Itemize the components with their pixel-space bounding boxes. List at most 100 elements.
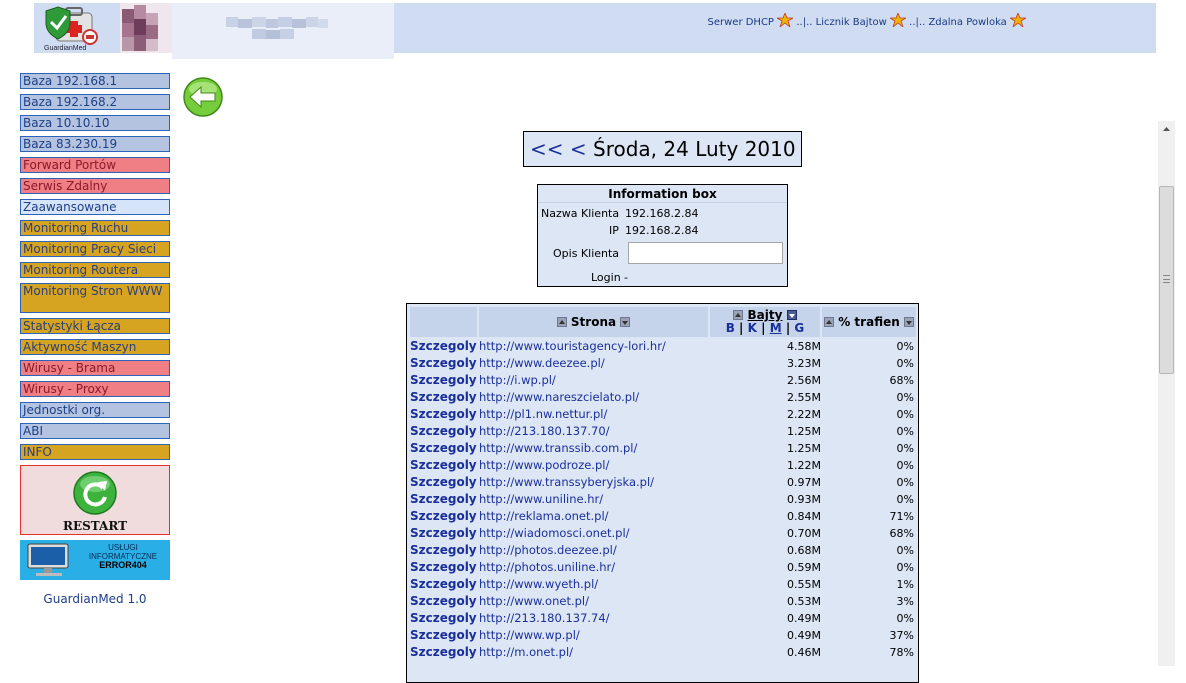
error404-banner[interactable]: USŁUGI INFORMATYCZNE ERROR404 [20, 540, 170, 580]
table-row: Szczegoly http://reklama.onet.pl/0.84M 71% [407, 508, 918, 525]
client-description-input[interactable] [628, 242, 783, 264]
site-url[interactable]: http://photos.deezee.pl/ [479, 542, 617, 559]
sort-desc-icon[interactable] [786, 310, 797, 320]
details-link[interactable]: Szczegoly [410, 406, 477, 423]
login-label: Login [591, 271, 621, 284]
scroll-up-arrow-icon[interactable] [1158, 121, 1175, 138]
remote-shell-link[interactable]: Zdalna Powloka [928, 17, 1006, 28]
unit-megabytes-link[interactable]: M [770, 321, 782, 335]
sidebar-item-monitoring-pracy-sieci[interactable]: Monitoring Pracy Sieci [20, 241, 170, 257]
logo-text: GuardianMed [44, 45, 87, 52]
sidebar-item-statystyki-łącza[interactable]: Statystyki Łącza [20, 318, 170, 334]
ip-value: 192.168.2.84 [625, 224, 699, 237]
sidebar-item-info[interactable]: INFO [20, 444, 170, 460]
details-link[interactable]: Szczegoly [410, 457, 477, 474]
table-row: Szczegoly http://m.onet.pl/0.46M 78% [407, 644, 918, 661]
sidebar-item-aktywność-maszyn[interactable]: Aktywność Maszyn [20, 339, 170, 355]
site-url[interactable]: http://www.touristagency-lori.hr/ [479, 338, 666, 355]
header-bytes-label[interactable]: Bajty [748, 308, 783, 322]
details-link[interactable]: Szczegoly [410, 508, 477, 525]
site-url[interactable]: http://m.onet.pl/ [479, 644, 573, 661]
prev-week-link[interactable]: << [530, 137, 564, 161]
details-link[interactable]: Szczegoly [410, 423, 477, 440]
details-link[interactable]: Szczegoly [410, 559, 477, 576]
sidebar-menu: Baza 192.168.1 Baza 192.168.2 Baza 10.10.1… [20, 73, 170, 460]
dhcp-server-link[interactable]: Serwer DHCP [708, 17, 774, 28]
table-row: Szczegoly http://pl1.nw.nettur.pl/2.22M 0% [407, 406, 918, 423]
sidebar-item-monitoring-stron-www[interactable]: Monitoring Stron WWW [20, 283, 170, 313]
sidebar-item-jednostki-org[interactable]: Jednostki org. [20, 402, 170, 418]
site-url[interactable]: http://www.onet.pl/ [479, 593, 589, 610]
unit-kilobytes-link[interactable]: K [748, 321, 757, 335]
site-url[interactable]: http://www.wp.pl/ [479, 627, 580, 644]
sort-asc-icon[interactable] [824, 317, 835, 327]
hit-percent: 0% [896, 459, 914, 472]
sidebar-item-abi[interactable]: ABI [20, 423, 170, 439]
restart-button[interactable]: RESTART [20, 465, 170, 535]
bytes-value: 0.68M [787, 544, 821, 557]
client-desc-label: Opis Klienta [553, 247, 620, 260]
bytes-value: 0.49M [787, 629, 821, 642]
sidebar-item-serwis-zdalny[interactable]: Serwis Zdalny [20, 178, 170, 194]
site-url[interactable]: http://i.wp.pl/ [479, 372, 556, 389]
details-link[interactable]: Szczegoly [410, 542, 477, 559]
sort-desc-icon[interactable] [620, 317, 631, 327]
sidebar-item-zaawansowane[interactable]: Zaawansowane [20, 199, 170, 215]
sidebar-item-monitoring-routera[interactable]: Monitoring Routera [20, 262, 170, 278]
site-url[interactable]: http://pl1.nw.nettur.pl/ [479, 406, 607, 423]
computer-icon [27, 543, 69, 576]
details-link[interactable]: Szczegoly [410, 610, 477, 627]
back-arrow-button[interactable] [182, 76, 224, 118]
site-url[interactable]: http://www.nareszcielato.pl/ [479, 389, 639, 406]
sort-desc-icon[interactable] [903, 317, 914, 327]
details-link[interactable]: Szczegoly [410, 355, 477, 372]
sidebar-item-forward-portów[interactable]: Forward Portów [20, 157, 170, 173]
sidebar-item-wirusy-proxy[interactable]: Wirusy - Proxy [20, 381, 170, 397]
hit-percent: 0% [896, 340, 914, 353]
bytes-value: 0.97M [787, 476, 821, 489]
details-link[interactable]: Szczegoly [410, 389, 477, 406]
hit-percent: 0% [896, 425, 914, 438]
scrollbar-thumb[interactable] [1159, 186, 1174, 374]
sort-asc-icon[interactable] [556, 317, 567, 327]
site-url[interactable]: http://reklama.onet.pl/ [479, 508, 609, 525]
sidebar-item-monitoring-ruchu[interactable]: Monitoring Ruchu [20, 220, 170, 236]
site-url[interactable]: http://www.deezee.pl/ [479, 355, 605, 372]
client-name-label: Nazwa Klienta [541, 207, 620, 220]
site-url[interactable]: http://213.180.137.74/ [479, 610, 610, 627]
details-link[interactable]: Szczegoly [410, 525, 477, 542]
sidebar-item-baza-83-230-19[interactable]: Baza 83.230.19 [20, 136, 170, 152]
site-url[interactable]: http://wiadomosci.onet.pl/ [479, 525, 630, 542]
unit-gigabytes-link[interactable]: G [794, 321, 804, 335]
site-url[interactable]: http://photos.uniline.hr/ [479, 559, 615, 576]
details-link[interactable]: Szczegoly [410, 474, 477, 491]
sidebar-item-baza-192-168-1[interactable]: Baza 192.168.1 [20, 73, 170, 89]
header-links: Serwer DHCP ..|.. Licznik Bajtow ..|.. Z… [708, 13, 1026, 28]
unit-bytes-link[interactable]: B [726, 321, 735, 335]
byte-counter-link[interactable]: Licznik Bajtow [816, 17, 887, 28]
details-link[interactable]: Szczegoly [410, 338, 477, 355]
details-link[interactable]: Szczegoly [410, 644, 477, 661]
vertical-scrollbar[interactable] [1158, 121, 1175, 666]
details-link[interactable]: Szczegoly [410, 440, 477, 457]
table-row: Szczegoly http://i.wp.pl/2.56M 68% [407, 372, 918, 389]
site-url[interactable]: http://www.uniline.hr/ [479, 491, 603, 508]
details-link[interactable]: Szczegoly [410, 372, 477, 389]
sidebar-item-wirusy-brama[interactable]: Wirusy - Brama [20, 360, 170, 376]
site-url[interactable]: http://www.transsib.com.pl/ [479, 440, 637, 457]
details-link[interactable]: Szczegoly [410, 576, 477, 593]
site-url[interactable]: http://www.wyeth.pl/ [479, 576, 598, 593]
site-url[interactable]: http://www.podroze.pl/ [479, 457, 609, 474]
details-link[interactable]: Szczegoly [410, 491, 477, 508]
details-link[interactable]: Szczegoly [410, 593, 477, 610]
table-row: Szczegoly http://www.wyeth.pl/0.55M 1% [407, 576, 918, 593]
details-link[interactable]: Szczegoly [410, 627, 477, 644]
sort-asc-icon[interactable] [733, 310, 744, 320]
prev-day-link[interactable]: < [570, 137, 587, 161]
hit-percent: 0% [896, 493, 914, 506]
site-url[interactable]: http://www.transsyberyjska.pl/ [479, 474, 654, 491]
hit-percent: 0% [896, 561, 914, 574]
sidebar-item-baza-10-10-10[interactable]: Baza 10.10.10 [20, 115, 170, 131]
sidebar-item-baza-192-168-2[interactable]: Baza 192.168.2 [20, 94, 170, 110]
site-url[interactable]: http://213.180.137.70/ [479, 423, 610, 440]
